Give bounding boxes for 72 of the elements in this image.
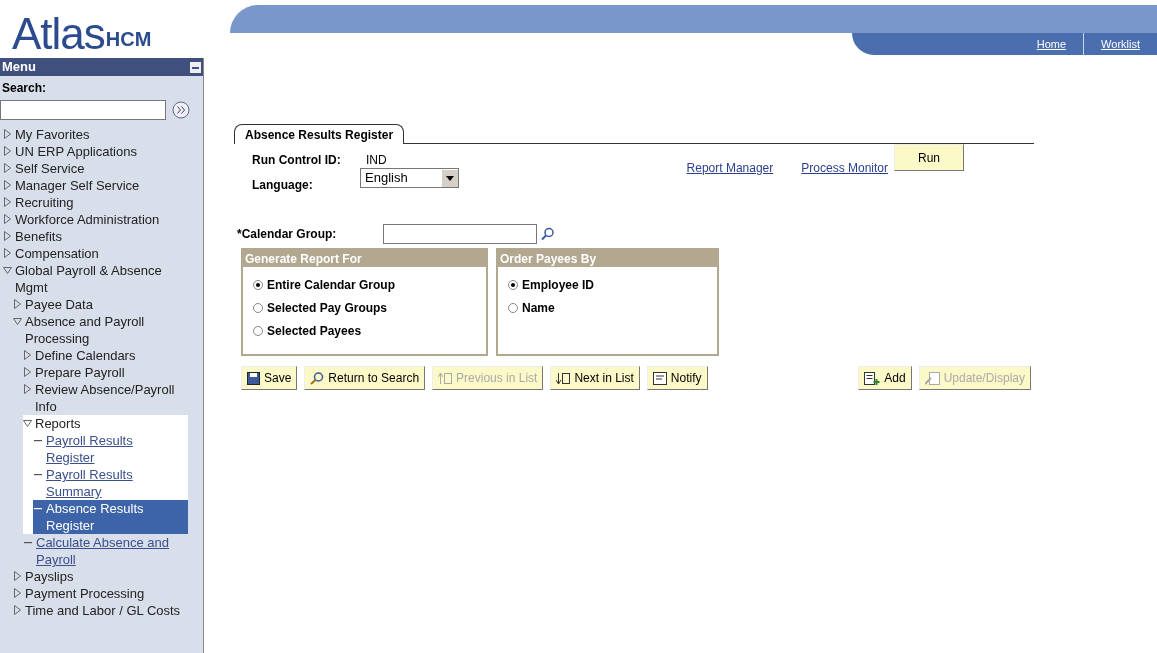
go-icon[interactable] [172, 101, 190, 119]
search-label: Search: [1, 80, 48, 97]
radio-label: Employee ID [522, 277, 595, 294]
radio-label: Entire Calendar Group [267, 277, 396, 294]
menu-folder[interactable]: Define Calendars [35, 347, 136, 364]
menu-folder[interactable]: Reports [35, 415, 81, 432]
toolbar-button[interactable]: Notify [646, 366, 708, 390]
menu-folder[interactable]: Manager Self Service [15, 177, 140, 194]
edit-document-icon [924, 371, 940, 385]
toolbar-button[interactable]: Next in List [550, 366, 640, 390]
page-tab[interactable]: Absence Results Register [234, 124, 405, 144]
radio-label: Selected Pay Groups [267, 300, 388, 317]
nav-link[interactable]: Worklist [1084, 35, 1157, 53]
page-link[interactable]: Report Manager [686, 159, 774, 177]
dash-icon [34, 440, 42, 442]
dash-icon [24, 542, 32, 544]
dash-icon [34, 508, 42, 510]
menu-folder[interactable]: Global Payroll & Absence Mgmt [15, 262, 184, 296]
toolbar-button[interactable]: Return to Search [304, 366, 426, 390]
field-label: *Calendar Group: [237, 226, 338, 243]
menu-folder[interactable]: Payslips [25, 568, 74, 585]
menu-link[interactable]: Payroll Results Summary [46, 466, 184, 500]
menu-folder[interactable]: Compensation [15, 245, 99, 262]
collapsed-triangle-icon[interactable] [13, 299, 22, 309]
menu-link[interactable]: Calculate Absence and Payroll [36, 534, 184, 568]
radio-button[interactable] [508, 280, 518, 290]
up-arrow-list-icon [438, 371, 453, 385]
search-field[interactable] [0, 100, 166, 120]
search-icon[interactable] [541, 227, 555, 241]
language-select[interactable]: English [360, 168, 459, 188]
menu-folder[interactable]: Benefits [15, 228, 62, 245]
expanded-triangle-icon[interactable] [13, 317, 22, 326]
menu-folder[interactable]: Absence and Payroll Processing [25, 313, 184, 347]
radio-button[interactable] [253, 303, 263, 313]
magnifier-icon [310, 371, 325, 385]
run-button[interactable]: Run [894, 144, 964, 171]
menu-folder[interactable]: UN ERP Applications [15, 143, 137, 160]
menu-link[interactable]: Payroll Results Register [46, 432, 184, 466]
group-header: Generate Report For [243, 250, 486, 267]
nav-link[interactable]: Home [1019, 35, 1084, 53]
radio-button[interactable] [253, 280, 263, 290]
field-value: IND [366, 152, 387, 169]
collapse-icon[interactable] [190, 61, 201, 73]
radio-label: Selected Payees [267, 323, 362, 340]
radio-label: Name [522, 300, 555, 317]
radio-button[interactable] [253, 326, 263, 336]
menu-folder[interactable]: Prepare Payroll [35, 364, 125, 381]
menu-folder[interactable]: Workforce Administration [15, 211, 160, 228]
expanded-triangle-icon[interactable] [3, 266, 12, 275]
field-label: Language: [252, 177, 314, 194]
field-label: Run Control ID: [252, 152, 342, 169]
down-arrow-list-icon [556, 371, 571, 385]
menu-folder[interactable]: Recruiting [15, 194, 74, 211]
menu-folder[interactable]: Payee Data [25, 296, 93, 313]
radio-button[interactable] [508, 303, 518, 313]
dash-icon [34, 474, 42, 476]
note-icon [652, 371, 667, 385]
menu-folder[interactable]: Payment Processing [25, 585, 145, 602]
menu-folder[interactable]: Review Absence/Payroll Info [35, 381, 184, 415]
menu-folder[interactable]: Self Service [15, 160, 85, 177]
add-document-icon [864, 371, 881, 385]
page-link[interactable]: Process Monitor [801, 159, 888, 177]
calendar-group-field[interactable] [383, 224, 537, 244]
expanded-triangle-icon[interactable] [23, 419, 32, 428]
logo-suffix: HCM [105, 29, 152, 49]
toolbar-button[interactable]: Save [241, 366, 298, 390]
menu-title: Menu [2, 58, 36, 77]
logo: Atlas [12, 12, 105, 56]
toolbar-button[interactable]: Add [858, 366, 912, 390]
menu-folder[interactable]: My Favorites [15, 126, 90, 143]
menu-folder[interactable]: Time and Labor / GL Costs [25, 602, 181, 619]
group-header: Order Payees By [498, 250, 717, 267]
